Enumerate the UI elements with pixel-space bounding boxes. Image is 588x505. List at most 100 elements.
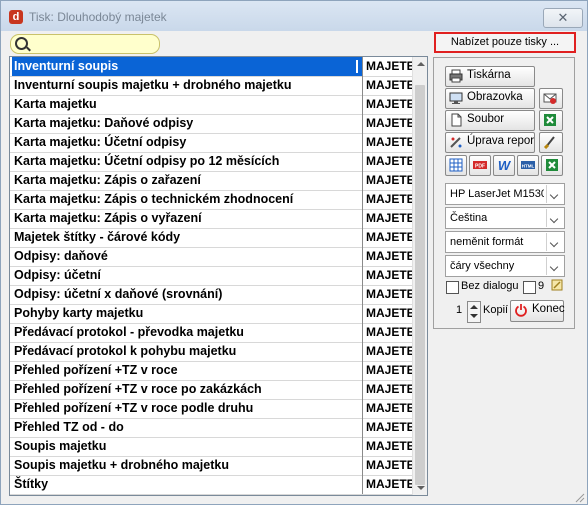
- output-panel: Tiskárna Obrazovka Soubor Úprava repor P…: [433, 57, 575, 329]
- report-name: Karta majetku: Zápis o zařazení: [14, 173, 201, 187]
- end-label: Konec: [532, 303, 565, 315]
- chevron-down-icon[interactable]: [546, 233, 563, 251]
- table-row[interactable]: Karta majetku: Účetní odpisy MAJETEK: [10, 133, 416, 153]
- report-category: MAJETEK: [362, 475, 416, 494]
- language-select[interactable]: Čeština: [445, 207, 565, 229]
- report-name: Přehled pořízení +TZ v roce: [14, 363, 178, 377]
- table-row[interactable]: Karta majetku: Zápis o zařazení MAJETEK: [10, 171, 416, 191]
- table-row[interactable]: Předávací protokol - převodka majetku MAJ…: [10, 323, 416, 343]
- report-name: Pohyby karty majetku: [14, 306, 144, 320]
- report-category: MAJETEK: [362, 342, 416, 361]
- no-dialog-label: Bez dialogu: [461, 280, 519, 292]
- table-row[interactable]: Karta majetku: Daňové odpisy MAJETEK: [10, 114, 416, 134]
- report-name: Přehled pořízení +TZ v roce po zakázkách: [14, 382, 262, 396]
- table-row[interactable]: Inventurní soupis majetku + drobného maj…: [10, 76, 416, 96]
- settings-icon[interactable]: [550, 278, 564, 292]
- screen-button[interactable]: Obrazovka: [445, 88, 535, 109]
- printer-icon: [449, 69, 463, 83]
- report-name: Odpisy: účetní: [14, 268, 101, 282]
- table-row[interactable]: Soupis majetku MAJETEK: [10, 437, 416, 457]
- edit-report-button[interactable]: Úprava repor: [445, 132, 535, 153]
- table-row[interactable]: Inventurní soupisMAJETEK: [10, 57, 416, 77]
- end-button[interactable]: Konec: [510, 300, 565, 322]
- report-category: MAJETEK: [362, 57, 416, 76]
- table-row[interactable]: Soupis majetku + drobného majetku MAJETEK: [10, 456, 416, 476]
- printer-button[interactable]: Tiskárna: [445, 66, 535, 87]
- scroll-down-icon[interactable]: [417, 486, 425, 490]
- table-row[interactable]: Karta majetku MAJETEK: [10, 95, 416, 115]
- report-category: MAJETEK: [362, 228, 416, 247]
- report-category: MAJETEK: [362, 76, 416, 95]
- report-category: MAJETEK: [362, 209, 416, 228]
- language-select-value: Čeština: [450, 212, 488, 224]
- scrollbar-thumb[interactable]: [415, 85, 425, 485]
- table-row[interactable]: Přehled TZ od - do MAJETEK: [10, 418, 416, 438]
- chevron-down-icon[interactable]: [546, 185, 563, 203]
- vertical-scrollbar[interactable]: [412, 57, 427, 495]
- report-name: Štítky: [14, 477, 49, 491]
- lines-select[interactable]: čáry všechny: [445, 255, 565, 277]
- format-select[interactable]: neměnit formát: [445, 231, 565, 253]
- report-name: Soupis majetku + drobného majetku: [14, 458, 229, 472]
- chevron-down-icon[interactable]: [546, 257, 563, 275]
- email-icon: [543, 93, 557, 104]
- html-icon: HTML: [521, 161, 535, 169]
- pdf-icon: PDF: [473, 161, 487, 170]
- design-tool-button[interactable]: [539, 132, 563, 153]
- report-name: Soupis majetku: [14, 439, 107, 453]
- app-icon: d: [9, 10, 23, 24]
- table-row[interactable]: Přehled pořízení +TZ v roce podle druhu M…: [10, 399, 416, 419]
- report-category: MAJETEK: [362, 152, 416, 171]
- table-row[interactable]: Karta majetku: Zápis o technickém zhodno…: [10, 190, 416, 210]
- report-category: MAJETEK: [362, 323, 416, 342]
- excel-format-button[interactable]: [541, 155, 563, 176]
- pdf-icon-text: PDF: [475, 164, 485, 170]
- report-list[interactable]: Inventurní soupisMAJETEKInventurní soupi…: [9, 56, 428, 496]
- power-icon: [515, 304, 527, 317]
- table-row[interactable]: Pohyby karty majetku MAJETEK: [10, 304, 416, 324]
- report-category: MAJETEK: [362, 266, 416, 285]
- report-name: Odpisy: účetní x daňové (srovnání): [14, 287, 223, 301]
- table-row[interactable]: Karta majetku: Účetní odpisy po 12 měsíc…: [10, 152, 416, 172]
- close-button[interactable]: ✕: [543, 8, 583, 28]
- email-button[interactable]: [539, 88, 563, 109]
- pdf-format-button[interactable]: PDF: [469, 155, 491, 176]
- report-category: MAJETEK: [362, 456, 416, 475]
- nine-checkbox[interactable]: [523, 281, 536, 294]
- search-icon: [15, 37, 28, 50]
- copies-stepper[interactable]: [467, 301, 481, 323]
- printer-select[interactable]: HP LaserJet M1530 M: [445, 183, 565, 205]
- report-name: Inventurní soupis: [12, 57, 362, 76]
- file-button[interactable]: Soubor: [445, 110, 535, 131]
- search-input[interactable]: [10, 34, 160, 54]
- report-name: Majetek štítky - čárové kódy: [14, 230, 181, 244]
- report-category: MAJETEK: [362, 304, 416, 323]
- table-row[interactable]: Karta majetku: Zápis o vyřazení MAJETEK: [10, 209, 416, 229]
- edit-report-icon: [450, 137, 462, 148]
- table-row[interactable]: Přehled pořízení +TZ v roce po zakázkách…: [10, 380, 416, 400]
- table-row[interactable]: Předávací protokol k pohybu majetku MAJET…: [10, 342, 416, 362]
- offer-only-prints-label: Nabízet pouze tisky ...: [450, 36, 560, 48]
- format-select-value: neměnit formát: [450, 236, 524, 248]
- excel-export-button[interactable]: [539, 110, 563, 131]
- offer-only-prints-button[interactable]: Nabízet pouze tisky ...: [434, 32, 576, 53]
- resize-grip-icon[interactable]: [573, 491, 585, 503]
- copies-value[interactable]: 1: [456, 304, 462, 316]
- table-row[interactable]: Přehled pořízení +TZ v roce MAJETEK: [10, 361, 416, 381]
- table-row[interactable]: Odpisy: účetní MAJETEK: [10, 266, 416, 286]
- word-format-button[interactable]: W: [493, 155, 515, 176]
- table-row[interactable]: Štítky MAJETEK: [10, 475, 416, 495]
- report-name: Karta majetku: Účetní odpisy po 12 měsíc…: [14, 154, 280, 168]
- printer-select-value: HP LaserJet M1530 M: [450, 188, 544, 200]
- table-row[interactable]: Odpisy: účetní x daňové (srovnání) MAJETE…: [10, 285, 416, 305]
- word-icon: W: [498, 158, 511, 172]
- chevron-down-icon[interactable]: [546, 209, 563, 227]
- scroll-up-icon[interactable]: [417, 62, 425, 66]
- no-dialog-checkbox[interactable]: [446, 281, 459, 294]
- html-format-button[interactable]: HTML: [517, 155, 539, 176]
- report-category: MAJETEK: [362, 190, 416, 209]
- printer-label: Tiskárna: [467, 69, 511, 81]
- table-row[interactable]: Majetek štítky - čárové kódy MAJETEK: [10, 228, 416, 248]
- table-format-button[interactable]: [445, 155, 467, 176]
- table-row[interactable]: Odpisy: daňové MAJETEK: [10, 247, 416, 267]
